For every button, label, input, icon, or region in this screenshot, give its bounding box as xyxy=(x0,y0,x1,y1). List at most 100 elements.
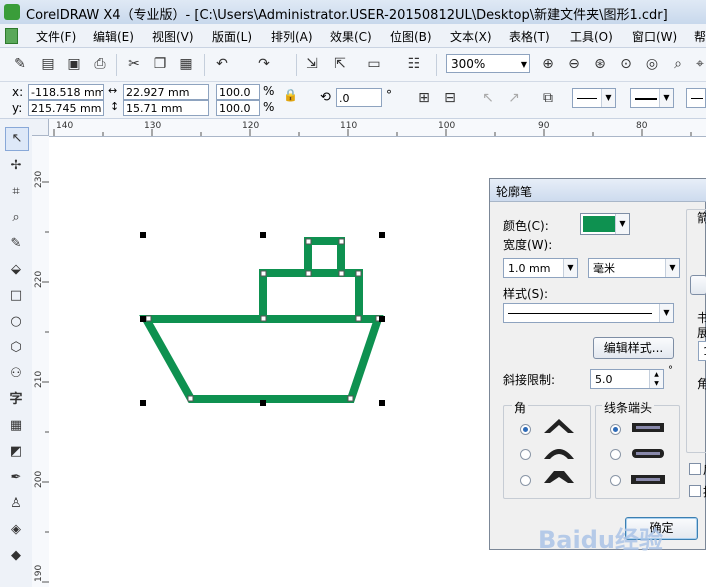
zoom-height-icon[interactable]: ⌖ xyxy=(690,54,706,74)
line-preview xyxy=(635,98,657,100)
export-icon[interactable]: ⇱ xyxy=(330,54,350,74)
outline-tool-icon[interactable]: ♙ xyxy=(5,493,27,515)
save-icon[interactable]: ▣ xyxy=(64,54,84,74)
menu-view[interactable]: 视图(V) xyxy=(152,28,194,45)
y-position-field[interactable]: 215.745 mm xyxy=(28,100,104,116)
menu-table[interactable]: 表格(T) xyxy=(509,28,550,45)
basic-shapes-tool-icon[interactable]: ⚇ xyxy=(5,363,27,385)
line-style-select[interactable]: ▼ xyxy=(630,88,674,108)
mirror-horizontal-icon[interactable]: ⊞ xyxy=(414,88,434,108)
object-width-field[interactable]: 22.927 mm xyxy=(123,84,209,100)
edit-style-button[interactable]: 编辑样式... xyxy=(593,337,674,359)
table-tool-icon[interactable]: ▦ xyxy=(5,415,27,437)
zoom-in-icon[interactable]: ⊕ xyxy=(538,54,558,74)
stretch-field[interactable]: 1 xyxy=(698,341,706,361)
paste-icon[interactable]: ▦ xyxy=(176,54,196,74)
text-tool-icon[interactable]: 字 xyxy=(5,389,27,411)
miter-limit-field[interactable]: 5.0 ▲ ▼ xyxy=(590,369,664,389)
zoom-page-icon[interactable]: ◎ xyxy=(642,54,662,74)
outline-width-value: 1.0 mm xyxy=(508,262,551,275)
selection-handle xyxy=(379,232,385,238)
menu-arrange[interactable]: 排列(A) xyxy=(271,28,313,45)
ruler-label: 110 xyxy=(340,121,358,131)
ruler-origin[interactable] xyxy=(32,119,49,136)
undo-icon[interactable]: ↶ xyxy=(212,54,232,74)
menu-help[interactable]: 帮 xyxy=(694,28,706,45)
color-label: 颜色(C): xyxy=(503,219,549,233)
zoom-selected-icon[interactable]: ⊛ xyxy=(590,54,610,74)
outline-width-select[interactable]: 1.0 mm ▼ xyxy=(503,258,578,278)
rectangle-tool-icon[interactable]: □ xyxy=(5,285,27,307)
polygon-tool-icon[interactable]: ⬡ xyxy=(5,337,27,359)
start-arrow-select[interactable]: ▼ xyxy=(572,88,616,108)
menu-tools[interactable]: 工具(O) xyxy=(570,28,613,45)
interactive-fill-tool-icon[interactable]: ◆ xyxy=(5,545,27,567)
menu-file[interactable]: 文件(F) xyxy=(36,28,76,45)
shape-tool-icon[interactable]: ✢ xyxy=(5,155,27,177)
corner-bevel-radio[interactable] xyxy=(520,475,531,486)
pick-tool-icon[interactable]: ↖ xyxy=(5,127,29,151)
menu-text[interactable]: 文本(X) xyxy=(450,28,492,45)
line-style-select[interactable]: ▼ xyxy=(503,303,674,323)
zoom-width-icon[interactable]: ⌕ xyxy=(668,54,688,74)
application-launcher-icon[interactable]: ▭ xyxy=(364,54,384,74)
interactive-blend-tool-icon[interactable]: ◩ xyxy=(5,441,27,463)
smart-fill-tool-icon[interactable]: ⬙ xyxy=(5,259,27,281)
end-arrow-select[interactable] xyxy=(686,88,706,108)
print-icon[interactable]: ⎙ xyxy=(90,54,110,74)
start-arrow-icon[interactable]: ↖ xyxy=(478,88,498,108)
object-height-field[interactable]: 15.71 mm xyxy=(123,100,209,116)
freehand-tool-icon[interactable]: ✎ xyxy=(5,233,27,255)
menu-edit[interactable]: 编辑(E) xyxy=(93,28,134,45)
unit-select[interactable]: 毫米 ▼ xyxy=(588,258,680,278)
chevron-down-icon: ▼ xyxy=(563,259,577,277)
angle-label-cut: 角 xyxy=(697,377,706,391)
new-document-icon[interactable]: ✎ xyxy=(10,54,30,74)
toolbox: ↖ ✢ ⌗ ⌕ ✎ ⬙ □ ○ ⬡ ⚇ 字 ▦ ◩ ✒ ♙ ◈ ◆ xyxy=(0,119,33,587)
scale-y-field[interactable]: 100.0 xyxy=(216,100,260,116)
scale-with-image-checkbox[interactable] xyxy=(689,485,701,497)
fill-tool-icon[interactable]: ◈ xyxy=(5,519,27,541)
percent-label: % xyxy=(263,100,275,114)
eyedropper-tool-icon[interactable]: ✒ xyxy=(5,467,27,489)
menu-window[interactable]: 窗口(W) xyxy=(632,28,677,45)
zoom-tool-icon[interactable]: ⌕ xyxy=(5,207,27,229)
zoom-out-icon[interactable]: ⊖ xyxy=(564,54,584,74)
cap-round-radio[interactable] xyxy=(610,449,621,460)
menu-bitmaps[interactable]: 位图(B) xyxy=(390,28,432,45)
spin-arrows-icon[interactable]: ▲ ▼ xyxy=(649,370,663,388)
behind-fill-checkbox[interactable] xyxy=(689,463,701,475)
mirror-vertical-icon[interactable]: ⊟ xyxy=(440,88,460,108)
zoom-all-icon[interactable]: ⊙ xyxy=(616,54,636,74)
menu-layout[interactable]: 版面(L) xyxy=(212,28,252,45)
vertical-ruler[interactable]: 230 220 210 200 190 xyxy=(32,136,50,587)
ruler-label: 220 xyxy=(34,270,44,288)
redo-icon[interactable]: ↷ xyxy=(254,54,274,74)
zoom-level-select[interactable]: 300% ▼ xyxy=(446,54,530,73)
copy-icon[interactable]: ❐ xyxy=(150,54,170,74)
import-icon[interactable]: ⇲ xyxy=(302,54,322,74)
convert-to-curves-icon[interactable]: ⧉ xyxy=(538,88,558,108)
lock-ratio-icon[interactable]: 🔒 xyxy=(283,88,298,102)
cap-butt-radio[interactable] xyxy=(610,424,621,435)
horizontal-ruler[interactable]: 140 130 120 110 100 90 80 xyxy=(32,119,706,137)
corner-round-radio[interactable] xyxy=(520,449,531,460)
ellipse-tool-icon[interactable]: ○ xyxy=(5,311,27,333)
menu-effects[interactable]: 效果(C) xyxy=(330,28,372,45)
welcome-screen-icon[interactable]: ☷ xyxy=(404,54,424,74)
dialog-title-bar[interactable]: 轮廓笔 xyxy=(490,179,706,202)
chevron-down-icon: ▼ xyxy=(665,259,679,277)
cap-square-radio[interactable] xyxy=(610,475,621,486)
end-arrow-icon[interactable]: ↗ xyxy=(504,88,524,108)
open-folder-icon[interactable]: ▤ xyxy=(38,54,58,74)
crop-tool-icon[interactable]: ⌗ xyxy=(5,181,27,203)
outline-color-picker[interactable]: ▼ xyxy=(580,213,630,235)
rotation-angle-field[interactable]: .0 xyxy=(336,88,382,107)
arrows-label-cut: 箭 xyxy=(697,211,706,225)
corner-miter-radio[interactable] xyxy=(520,424,531,435)
x-position-field[interactable]: -118.518 mm xyxy=(28,84,104,100)
document-icon[interactable] xyxy=(5,28,18,44)
cut-icon[interactable]: ✂ xyxy=(124,54,144,74)
arrow-options-button[interactable] xyxy=(690,275,706,295)
scale-x-field[interactable]: 100.0 xyxy=(216,84,260,100)
